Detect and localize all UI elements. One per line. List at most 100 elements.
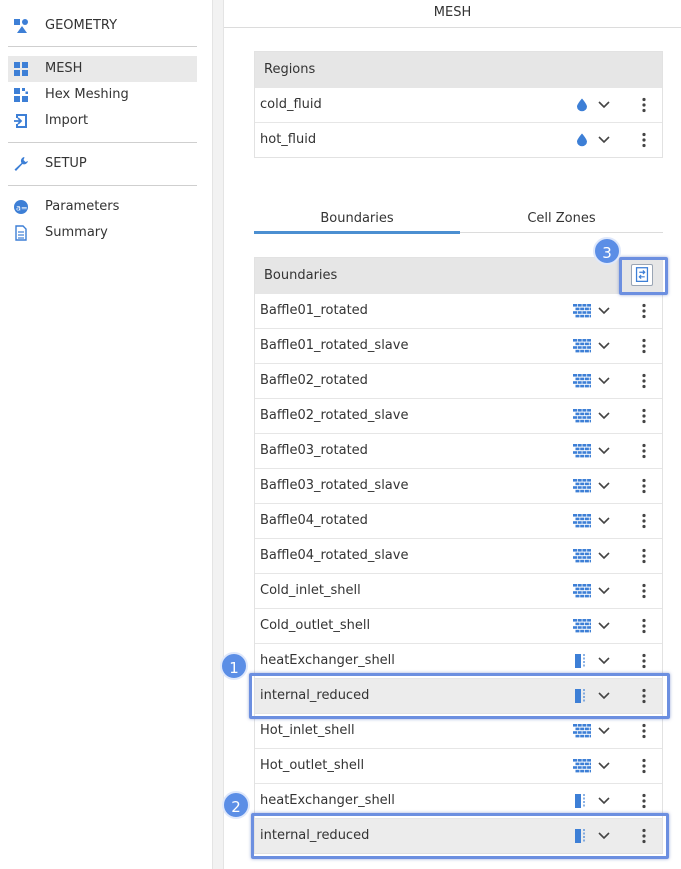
fluid-drop-icon <box>577 98 587 112</box>
more-options-icon[interactable] <box>639 96 649 114</box>
boundary-row[interactable]: Cold_outlet_shell <box>255 608 662 643</box>
sidebar: GEOMETRY MESH Hex Meshing Import SETUP a… <box>0 0 212 869</box>
callout-box-3 <box>619 257 668 295</box>
geometry-icon <box>14 19 28 33</box>
boundaries-panel: Boundaries Baffle01_rotated Baffle01_rota… <box>254 257 663 854</box>
boundary-row[interactable]: Cold_inlet_shell <box>255 573 662 608</box>
main-panel: MESH Regions cold_fluid hot_fluid Boundar… <box>224 0 681 869</box>
wall-icon <box>573 374 591 388</box>
regions-header: Regions <box>255 52 662 87</box>
callout-badge-2: 2 <box>222 791 250 819</box>
chevron-down-icon[interactable] <box>597 337 611 355</box>
boundaries-list: Baffle01_rotated Baffle01_rotated_slave Ba… <box>255 293 662 853</box>
interface-icon <box>575 794 585 808</box>
divider <box>8 185 197 186</box>
more-options-icon[interactable] <box>639 442 649 460</box>
chevron-down-icon[interactable] <box>597 617 611 635</box>
sidebar-item-label: Summary <box>45 225 108 240</box>
boundary-row-label: Baffle03_rotated_slave <box>260 478 409 493</box>
chevron-down-icon[interactable] <box>597 652 611 670</box>
chevron-down-icon[interactable] <box>597 131 611 149</box>
wall-icon <box>573 584 591 598</box>
more-options-icon[interactable] <box>639 372 649 390</box>
boundary-row-label: Baffle01_rotated <box>260 303 368 318</box>
more-options-icon[interactable] <box>639 652 649 670</box>
boundary-row[interactable]: Baffle02_rotated <box>255 363 662 398</box>
wall-icon <box>573 479 591 493</box>
chevron-down-icon[interactable] <box>597 372 611 390</box>
more-options-icon[interactable] <box>639 302 649 320</box>
more-options-icon[interactable] <box>639 792 649 810</box>
summary-icon <box>15 225 27 241</box>
boundary-row-label: Baffle02_rotated <box>260 373 368 388</box>
sidebar-splitter[interactable] <box>212 0 224 869</box>
chevron-down-icon[interactable] <box>597 302 611 320</box>
regions-panel: Regions cold_fluid hot_fluid <box>254 51 663 158</box>
chevron-down-icon[interactable] <box>597 757 611 775</box>
chevron-down-icon[interactable] <box>597 442 611 460</box>
regions-list: cold_fluid hot_fluid <box>255 87 662 157</box>
boundary-row-label: Cold_inlet_shell <box>260 583 361 598</box>
region-row-label: cold_fluid <box>260 97 322 112</box>
sidebar-item-geometry[interactable]: GEOMETRY <box>8 13 197 39</box>
boundary-row[interactable]: Baffle04_rotated_slave <box>255 538 662 573</box>
sidebar-item-hex-meshing[interactable]: Hex Meshing <box>8 82 197 108</box>
more-options-icon[interactable] <box>639 512 649 530</box>
sidebar-item-label: SETUP <box>45 156 87 171</box>
boundary-row[interactable]: Baffle03_rotated_slave <box>255 468 662 503</box>
chevron-down-icon[interactable] <box>597 96 611 114</box>
wall-icon <box>573 339 591 353</box>
boundary-row-label: Cold_outlet_shell <box>260 618 371 633</box>
region-row[interactable]: cold_fluid <box>255 87 662 122</box>
chevron-down-icon[interactable] <box>597 722 611 740</box>
sidebar-item-label: MESH <box>45 61 83 76</box>
fluid-drop-icon <box>577 133 587 147</box>
boundary-row[interactable]: Baffle01_rotated <box>255 293 662 328</box>
boundary-row[interactable]: Baffle04_rotated <box>255 503 662 538</box>
tab-boundaries[interactable]: Boundaries <box>254 204 460 234</box>
svg-text:a=: a= <box>16 204 28 213</box>
more-options-icon[interactable] <box>639 407 649 425</box>
more-options-icon[interactable] <box>639 477 649 495</box>
callout-box-1 <box>249 673 670 719</box>
sidebar-item-setup[interactable]: SETUP <box>8 151 197 177</box>
callout-badge-1: 1 <box>220 652 248 680</box>
boundary-row-label: Baffle03_rotated <box>260 443 368 458</box>
more-options-icon[interactable] <box>639 617 649 635</box>
boundary-row[interactable]: Baffle01_rotated_slave <box>255 328 662 363</box>
sidebar-item-parameters[interactable]: a= Parameters <box>8 194 197 220</box>
chevron-down-icon[interactable] <box>597 407 611 425</box>
boundary-row-label: Hot_inlet_shell <box>260 723 355 738</box>
divider <box>8 142 197 143</box>
import-icon <box>14 114 27 128</box>
wall-icon <box>573 619 591 633</box>
wall-icon <box>573 514 591 528</box>
tab-bar: Boundaries Cell Zones <box>254 204 663 236</box>
more-options-icon[interactable] <box>639 757 649 775</box>
chevron-down-icon[interactable] <box>597 792 611 810</box>
boundary-row[interactable]: Baffle03_rotated <box>255 433 662 468</box>
chevron-down-icon[interactable] <box>597 582 611 600</box>
chevron-down-icon[interactable] <box>597 547 611 565</box>
sidebar-item-import[interactable]: Import <box>8 108 197 134</box>
sidebar-item-mesh[interactable]: MESH <box>8 56 197 82</box>
chevron-down-icon[interactable] <box>597 477 611 495</box>
wall-icon <box>573 409 591 423</box>
region-row[interactable]: hot_fluid <box>255 122 662 157</box>
wall-icon <box>573 759 591 773</box>
more-options-icon[interactable] <box>639 722 649 740</box>
hex-meshing-icon <box>14 88 28 102</box>
boundary-row[interactable]: Hot_outlet_shell <box>255 748 662 783</box>
boundary-row[interactable]: Baffle02_rotated_slave <box>255 398 662 433</box>
callout-box-2 <box>251 813 669 859</box>
wall-icon <box>573 444 591 458</box>
more-options-icon[interactable] <box>639 131 649 149</box>
sidebar-item-summary[interactable]: Summary <box>8 220 197 246</box>
chevron-down-icon[interactable] <box>597 512 611 530</box>
tab-cell-zones[interactable]: Cell Zones <box>460 204 663 234</box>
more-options-icon[interactable] <box>639 547 649 565</box>
more-options-icon[interactable] <box>639 337 649 355</box>
wall-icon <box>573 549 591 563</box>
wall-icon <box>573 724 591 738</box>
more-options-icon[interactable] <box>639 582 649 600</box>
